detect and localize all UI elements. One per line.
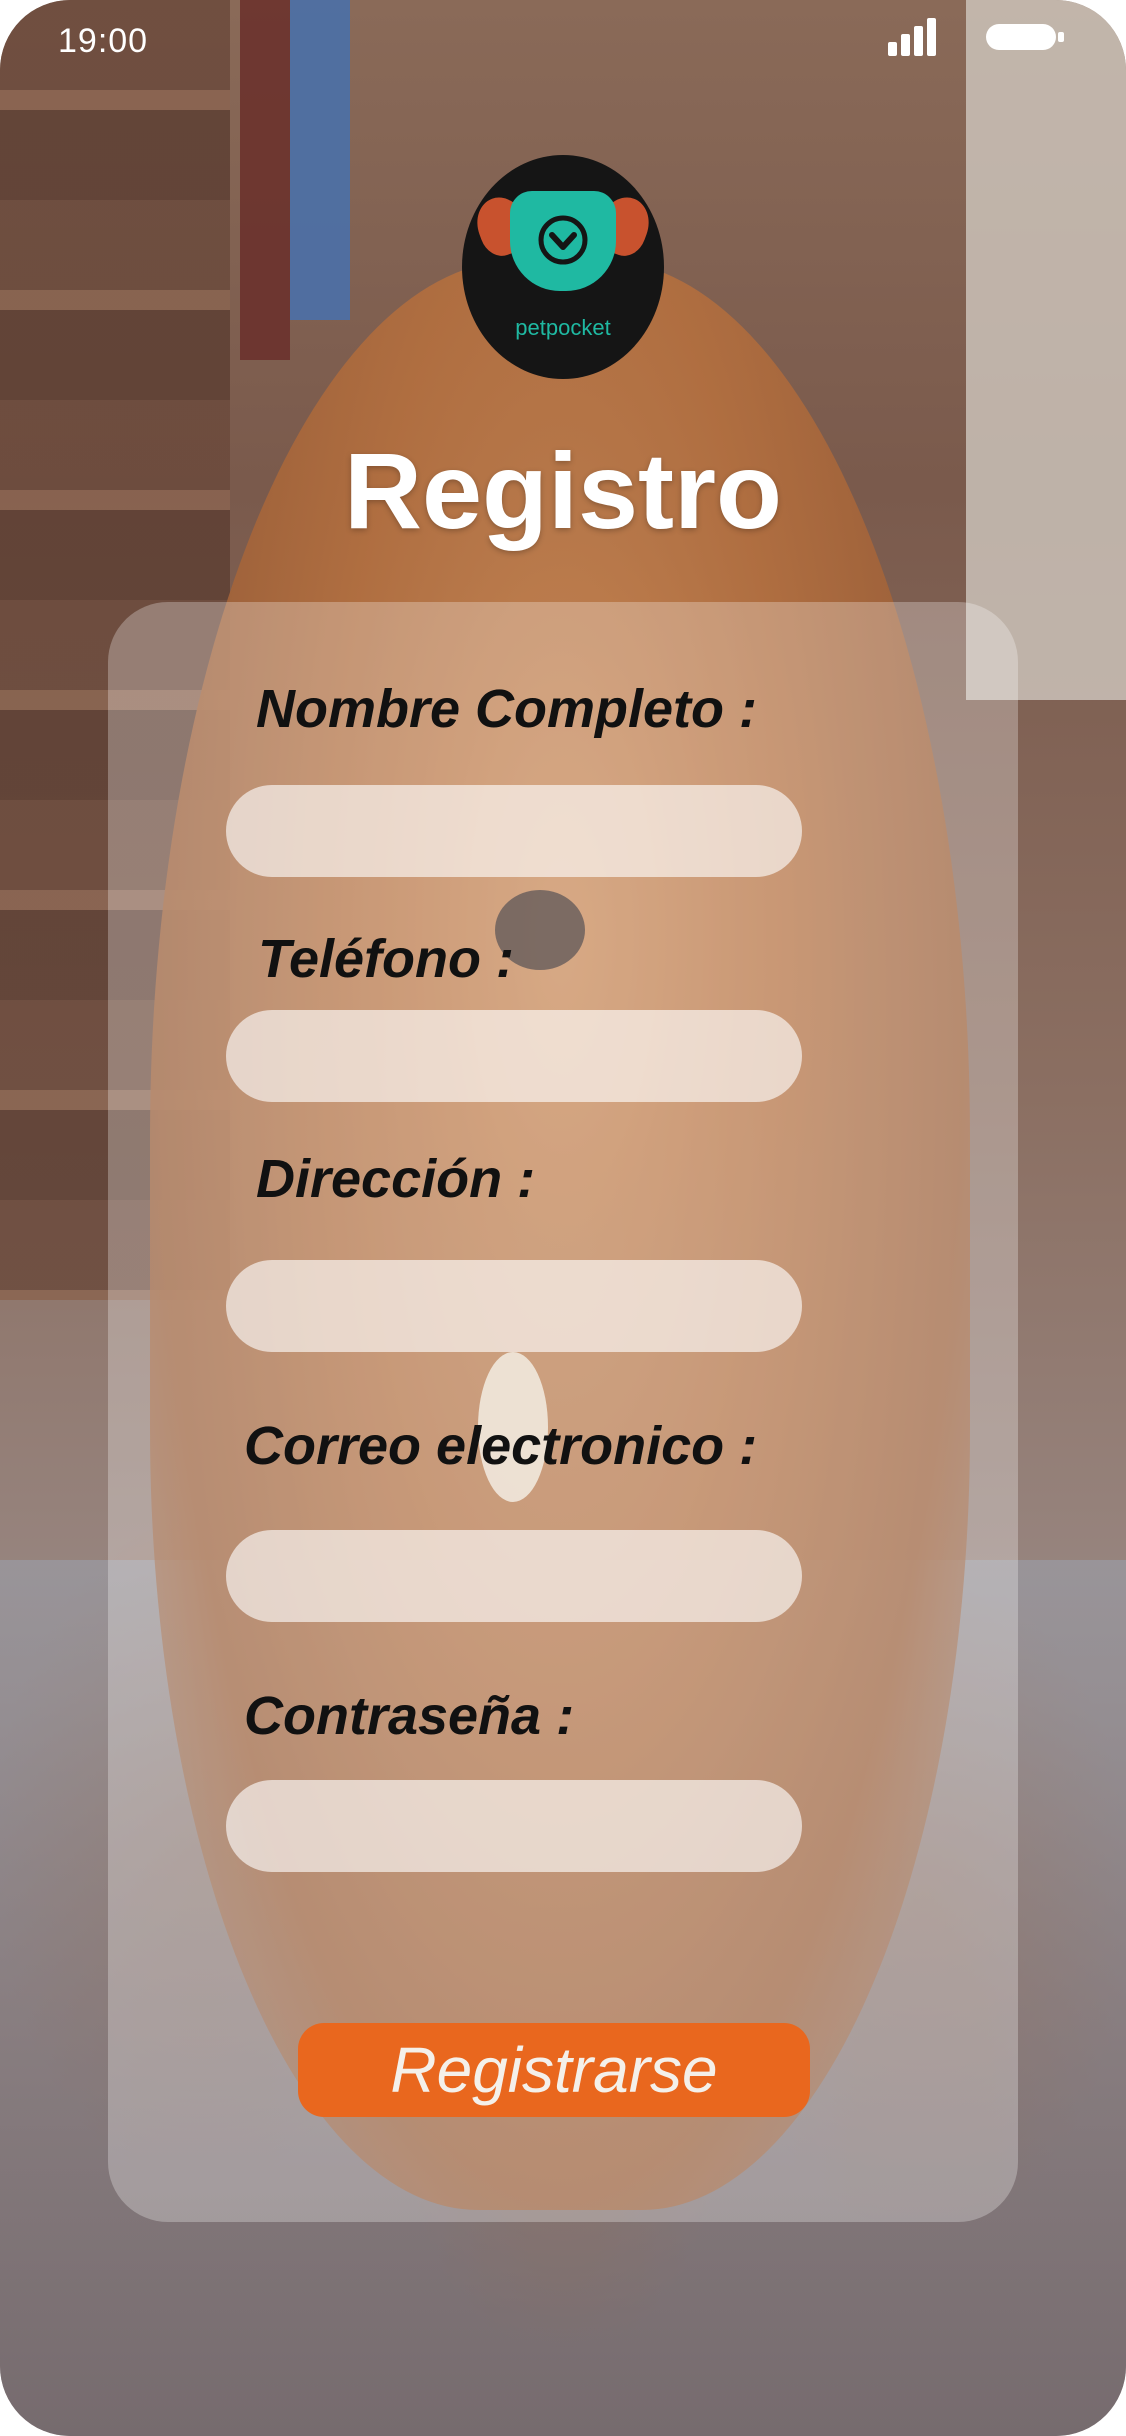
phone-label: Teléfono : — [258, 929, 514, 989]
logo-dog-face-icon — [510, 191, 616, 291]
password-label: Contraseña : — [244, 1686, 575, 1746]
background-door — [290, 0, 350, 320]
signal-icon — [888, 18, 944, 56]
password-input[interactable] — [226, 1780, 802, 1872]
chevron-down-icon — [538, 215, 588, 265]
background-door-frame — [240, 0, 290, 360]
full-name-input[interactable] — [226, 785, 802, 877]
register-button[interactable]: Registrarse — [298, 2023, 810, 2117]
petpocket-logo: petpocket — [462, 155, 664, 379]
status-time: 19:00 — [58, 22, 149, 60]
phone-input[interactable] — [226, 1010, 802, 1102]
email-input[interactable] — [226, 1530, 802, 1622]
email-label: Correo electronico : — [244, 1416, 758, 1476]
logo-text: petpocket — [515, 315, 611, 340]
battery-icon — [986, 24, 1064, 50]
address-input[interactable] — [226, 1260, 802, 1352]
address-label: Dirección : — [256, 1149, 536, 1209]
page-title: Registro — [343, 430, 783, 551]
phone-screen: 19:00 petpocket Registro Nombre Completo… — [0, 0, 1126, 2436]
background-house-siding — [966, 0, 1126, 700]
full-name-label: Nombre Completo : — [256, 679, 758, 739]
